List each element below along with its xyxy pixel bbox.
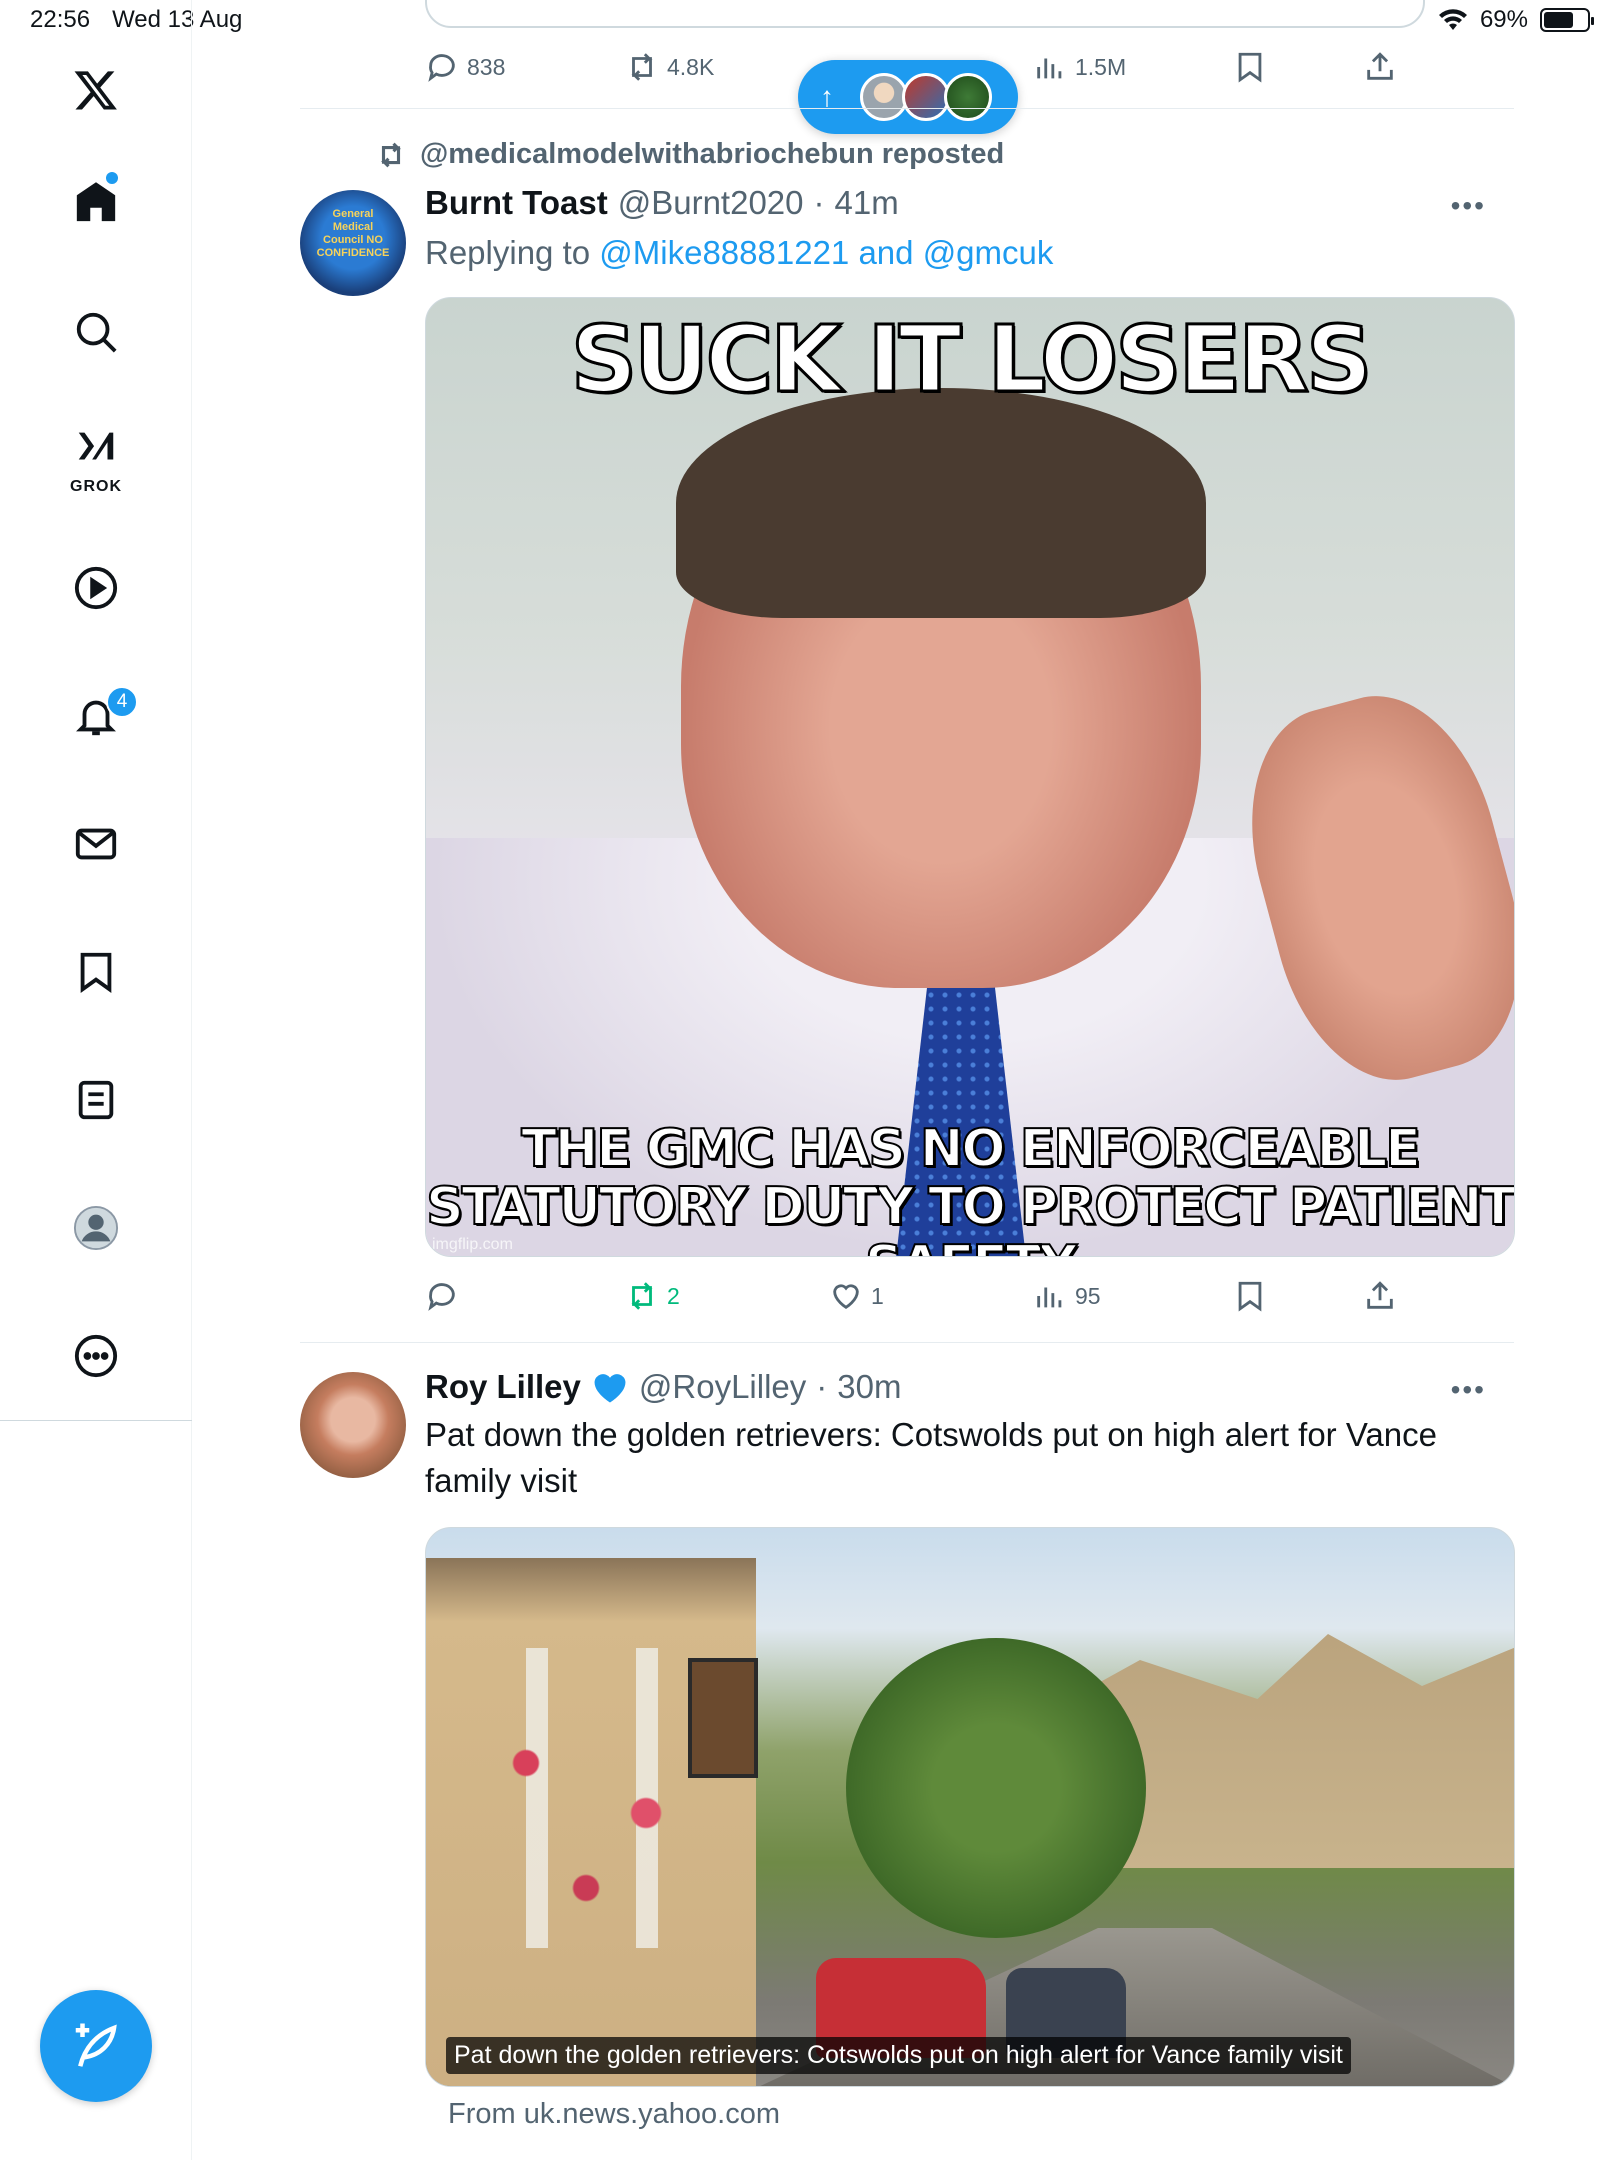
reply-button[interactable]: 838 — [425, 50, 505, 84]
home-unread-dot — [106, 172, 118, 184]
user-handle[interactable]: @Burnt2020 — [618, 184, 804, 222]
lists-icon[interactable] — [56, 1060, 136, 1140]
timeline: ••• 838 4.8K 1.5M ↑ @medicalmodelwithabr… — [300, 0, 1515, 2160]
repost-icon — [631, 53, 653, 81]
bookmark-button[interactable] — [1233, 50, 1267, 84]
share-upload-icon — [1367, 1281, 1393, 1309]
views-button[interactable]: 1.5M — [1033, 50, 1126, 84]
tweet-divider — [300, 108, 1514, 109]
tweet-time[interactable]: 30m — [837, 1368, 901, 1406]
meme-bottom-line-1: THE GMC HAS NO ENFORCEABLE — [520, 1119, 1421, 1179]
profile-avatar-icon[interactable] — [56, 1188, 136, 1268]
separator-dot: · — [813, 184, 825, 221]
repost-label: @medicalmodelwithabriochebun reposted — [420, 138, 1005, 170]
sidebar: GROK 4 — [0, 0, 192, 2160]
grok-icon[interactable] — [56, 408, 136, 488]
trees — [846, 1638, 1146, 1938]
avatar-badge-text: General Medical Council NO CONFIDENCE — [316, 208, 390, 259]
tweet-1-actions: 2 1 95 — [425, 1274, 1445, 1318]
tweet-header: Roy Lilley @RoyLilley · 30m — [425, 1368, 901, 1406]
heart-icon — [833, 1284, 859, 1310]
pill-avatar-2 — [902, 73, 950, 121]
home-icon[interactable] — [56, 162, 136, 242]
tweet-text: Pat down the golden retrievers: Cotswold… — [425, 1416, 1437, 1499]
messages-envelope-icon[interactable] — [56, 804, 136, 884]
user-handle[interactable]: @RoyLilley — [639, 1368, 806, 1406]
battery-icon — [1540, 8, 1594, 32]
bookmark-icon — [1238, 1281, 1262, 1312]
pill-avatar-3 — [944, 73, 992, 121]
search-icon[interactable] — [56, 292, 136, 372]
separator-dot: · — [816, 1368, 828, 1405]
compose-feather-icon — [75, 2023, 117, 2067]
user-avatar-burnt-toast[interactable]: General Medical Council NO CONFIDENCE — [300, 190, 406, 296]
meme-bottom-line-2: STATUTORY DUTY TO PROTECT PATIENT SAFETY — [426, 1177, 1514, 1256]
like-count: 1 — [871, 1282, 884, 1309]
compose-post-button[interactable] — [40, 1990, 152, 2102]
reply-mention-2[interactable]: @gmcuk — [923, 234, 1054, 271]
video-play-icon[interactable] — [56, 548, 136, 628]
repost-icon — [631, 1282, 653, 1310]
media-caption: Pat down the golden retrievers: Cotswold… — [446, 2037, 1351, 2074]
share-button[interactable] — [1363, 1279, 1397, 1313]
display-name[interactable]: Burnt Toast — [425, 184, 608, 222]
meme-figure-hair — [676, 388, 1206, 618]
views-chart-icon — [1037, 58, 1062, 79]
tweet-divider — [300, 1342, 1514, 1343]
blue-heart-icon — [594, 1374, 626, 1403]
sidebar-divider — [0, 1420, 192, 1421]
user-avatar-roy-lilley[interactable] — [300, 1372, 406, 1478]
more-options-icon[interactable] — [56, 1316, 136, 1396]
display-name[interactable]: Roy Lilley — [425, 1368, 581, 1406]
repost-count: 2 — [667, 1282, 680, 1309]
repost-button[interactable]: 2 — [625, 1279, 680, 1313]
like-button[interactable]: 1 — [829, 1279, 884, 1313]
link-preview-image[interactable]: Pat down the golden retrievers: Cotswold… — [425, 1527, 1515, 2087]
tweet-time[interactable]: 41m — [835, 184, 899, 222]
repost-small-icon — [380, 142, 402, 167]
replying-prefix: Replying to — [425, 234, 591, 271]
x-logo-icon[interactable] — [56, 50, 136, 130]
bookmark-button[interactable] — [1233, 1279, 1267, 1313]
reply-bubble-icon — [428, 54, 455, 82]
bookmarks-icon[interactable] — [56, 932, 136, 1012]
quoted-card-fragment[interactable]: ••• — [425, 0, 1425, 28]
views-count: 95 — [1075, 1282, 1101, 1309]
link-source[interactable]: From uk.news.yahoo.com — [448, 2098, 780, 2131]
replying-to: Replying to @Mike88881221 and @gmcuk — [425, 234, 1053, 272]
repost-button[interactable]: 4.8K — [625, 50, 714, 84]
new-posts-pill[interactable]: ↑ — [798, 60, 1018, 134]
reply-and[interactable]: and — [858, 234, 913, 271]
pub-sign — [688, 1658, 758, 1778]
tweet-more-options-icon[interactable]: ••• — [1451, 190, 1486, 222]
meme-top-text: SUCK IT LOSERS — [569, 305, 1374, 415]
notifications-badge: 4 — [106, 686, 138, 718]
pill-avatar-1 — [860, 73, 908, 121]
views-chart-icon — [1037, 1287, 1062, 1308]
views-count: 1.5M — [1075, 53, 1127, 80]
meme-watermark: imgflip.com — [432, 1236, 513, 1253]
reply-button[interactable] — [425, 1279, 467, 1313]
battery-fill — [1544, 12, 1573, 28]
meme-image[interactable]: SUCK IT LOSERS THE GMC HAS NO ENFORCEABL… — [425, 297, 1515, 1257]
grok-label: GROK — [70, 478, 122, 495]
reply-bubble-icon — [428, 1283, 455, 1311]
reply-count: 838 — [467, 53, 506, 80]
share-upload-icon — [1367, 52, 1393, 80]
reply-mention-1[interactable]: @Mike88881221 — [599, 234, 849, 271]
views-button[interactable]: 95 — [1033, 1279, 1101, 1313]
repost-count: 4.8K — [667, 53, 715, 80]
bookmark-icon — [1238, 52, 1262, 83]
repost-indicator[interactable]: @medicalmodelwithabriochebun reposted — [376, 138, 1004, 171]
share-button[interactable] — [1363, 50, 1397, 84]
tweet-more-options-icon[interactable]: ••• — [1451, 1374, 1486, 1406]
tweet-header: Burnt Toast @Burnt2020 · 41m — [425, 184, 899, 222]
